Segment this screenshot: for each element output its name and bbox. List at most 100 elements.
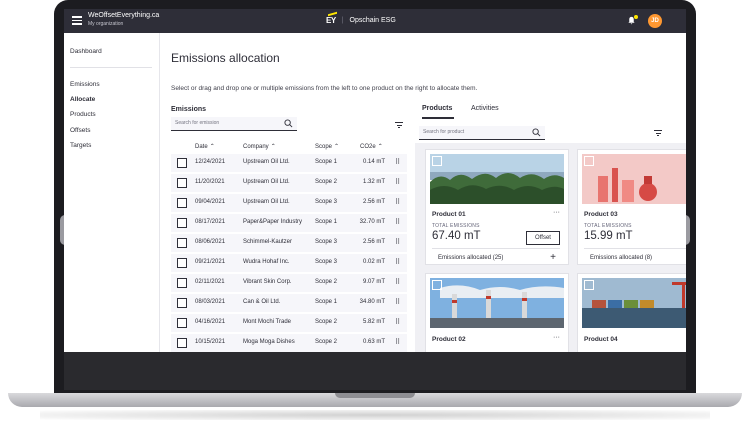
cell-scope: Scope 2 <box>315 279 338 285</box>
column-header-scope-label: Scope <box>315 144 333 150</box>
table-row[interactable]: 12/24/2021 Upstream Oil Ltd. Scope 1 0.1… <box>171 154 407 174</box>
column-header-date-label: Date <box>195 144 208 150</box>
notification-dot <box>634 15 638 19</box>
tab-products[interactable]: Products <box>422 105 452 112</box>
product-card[interactable]: Product 01 ··· TOTAL EMISSIONS 67.40 mT … <box>425 149 569 265</box>
brand: WeOffsetEverything.ca My organization <box>88 12 159 28</box>
sidebar-item-emissions[interactable]: Emissions <box>70 81 100 88</box>
cell-co2e: 9.07 mT <box>362 279 385 285</box>
cell-company: Wudra Hohaf Inc. <box>243 259 290 265</box>
sidebar-item-allocate[interactable]: Allocate <box>70 96 95 103</box>
more-options-icon[interactable]: ··· <box>553 209 560 216</box>
column-header-company-label: Company <box>243 144 269 150</box>
table-row[interactable]: 09/04/2021 Upstream Oil Ltd. Scope 3 2.5… <box>171 194 407 214</box>
emissions-allocated-row[interactable]: Emissions allocated (8) <box>584 248 686 265</box>
product-card[interactable]: Product 03 TOTAL EMISSIONS 15.99 mT Emis… <box>577 149 686 265</box>
cell-date: 08/17/2021 <box>195 219 226 225</box>
product-name: Opschain ESG <box>349 17 396 24</box>
column-header-company[interactable]: Company ⌃ <box>243 143 276 150</box>
cell-scope: Scope 3 <box>315 199 338 205</box>
product-card[interactable]: Product 04 <box>577 273 686 352</box>
cell-date: 02/11/2021 <box>195 279 225 285</box>
drag-handle-icon[interactable]: ⠿ <box>395 238 400 246</box>
search-icon <box>532 128 541 137</box>
table-row[interactable]: 08/03/2021 Can & Oil Ltd. Scope 1 34.80 … <box>171 294 407 314</box>
more-options-icon[interactable]: ··· <box>553 334 560 341</box>
sidebar-item-offsets[interactable]: Offsets <box>70 127 90 134</box>
product-search-input[interactable]: Search for product <box>419 126 545 140</box>
cell-co2e: 1.32 mT <box>362 179 385 185</box>
total-emissions-label: TOTAL EMISSIONS <box>432 223 480 229</box>
product-select-checkbox[interactable] <box>432 280 442 290</box>
table-row[interactable]: 10/15/2021 Moga Moga Dishes Scope 2 0.63… <box>171 334 407 352</box>
product-select-checkbox[interactable] <box>584 280 594 290</box>
drag-handle-icon[interactable]: ⠿ <box>395 338 400 346</box>
app-name: WeOffsetEverything.ca <box>88 12 160 19</box>
product-name: Product 01 <box>432 211 466 218</box>
offset-button[interactable]: Offset <box>526 231 560 245</box>
main-content: Emissions allocation Select or drag and … <box>160 33 686 352</box>
sort-icon: ⌃ <box>334 144 340 150</box>
sidebar-item-targets[interactable]: Targets <box>70 142 91 149</box>
drag-handle-icon[interactable]: ⠿ <box>395 218 400 226</box>
cell-scope: Scope 2 <box>315 339 338 345</box>
cell-co2e: 2.56 mT <box>362 239 385 245</box>
column-header-date[interactable]: Date ⌃ <box>195 143 215 150</box>
sidebar: Dashboard Emissions Allocate Products Of… <box>64 33 160 352</box>
column-header-scope[interactable]: Scope ⌃ <box>315 143 339 150</box>
total-emissions-label: TOTAL EMISSIONS <box>584 223 632 229</box>
drag-handle-icon[interactable]: ⠿ <box>395 178 400 186</box>
column-header-co2e[interactable]: CO2e ⌃ <box>360 143 383 150</box>
product-filter-icon[interactable] <box>654 130 662 136</box>
sidebar-item-products[interactable]: Products <box>70 111 96 118</box>
drag-handle-icon[interactable]: ⠿ <box>395 278 400 286</box>
drag-handle-icon[interactable]: ⠿ <box>395 198 400 206</box>
row-checkbox[interactable] <box>177 158 187 168</box>
row-checkbox[interactable] <box>177 318 187 328</box>
app-screen: WeOffsetEverything.ca My organization EY… <box>64 9 686 352</box>
cell-date: 09/04/2021 <box>195 199 226 205</box>
row-checkbox[interactable] <box>177 338 187 348</box>
row-checkbox[interactable] <box>177 258 187 268</box>
product-select-checkbox[interactable] <box>584 156 594 166</box>
table-row[interactable]: 04/16/2021 Mont Mochi Trade Scope 2 5.82… <box>171 314 407 334</box>
cell-company: Schimmel-Kautzer <box>243 239 293 245</box>
table-row[interactable]: 08/06/2021 Schimmel-Kautzer Scope 3 2.56… <box>171 234 407 254</box>
active-tab-indicator <box>422 117 454 119</box>
emission-search-input[interactable]: Search for emission <box>171 117 297 131</box>
drag-handle-icon[interactable]: ⠿ <box>395 318 400 326</box>
row-checkbox[interactable] <box>177 198 187 208</box>
expand-plus-icon[interactable]: + <box>550 252 556 263</box>
cell-co2e: 0.63 mT <box>362 339 385 345</box>
table-row[interactable]: 08/17/2021 Paper&Paper Industry Scope 1 … <box>171 214 407 234</box>
row-checkbox[interactable] <box>177 298 187 308</box>
cell-scope: Scope 3 <box>315 239 338 245</box>
cell-scope: Scope 1 <box>315 219 338 225</box>
drag-handle-icon[interactable]: ⠿ <box>395 258 400 266</box>
laptop-shadow <box>40 410 710 420</box>
drag-handle-icon[interactable]: ⠿ <box>395 158 400 166</box>
user-avatar[interactable]: JD <box>648 14 662 28</box>
cell-co2e: 34.80 mT <box>359 299 385 305</box>
cell-co2e: 0.02 mT <box>362 259 385 265</box>
product-card[interactable]: Product 02 ··· <box>425 273 569 352</box>
table-row[interactable]: 09/21/2021 Wudra Hohaf Inc. Scope 3 0.02… <box>171 254 407 274</box>
product-name: Product 03 <box>584 211 618 218</box>
column-header-co2e-label: CO2e <box>360 144 376 150</box>
row-checkbox[interactable] <box>177 278 187 288</box>
tab-activities[interactable]: Activities <box>471 105 499 112</box>
hamburger-menu-icon[interactable] <box>72 16 82 25</box>
table-row[interactable]: 02/11/2021 Vibrant Skin Corp. Scope 2 9.… <box>171 274 407 294</box>
cell-scope: Scope 1 <box>315 299 338 305</box>
product-select-checkbox[interactable] <box>432 156 442 166</box>
table-row[interactable]: 11/20/2021 Upstream Oil Ltd. Scope 2 1.3… <box>171 174 407 194</box>
row-checkbox[interactable] <box>177 178 187 188</box>
row-checkbox[interactable] <box>177 218 187 228</box>
emissions-allocated-row[interactable]: Emissions allocated (25) + <box>432 248 560 265</box>
row-checkbox[interactable] <box>177 238 187 248</box>
emission-filter-icon[interactable] <box>395 122 403 128</box>
drag-handle-icon[interactable]: ⠿ <box>395 298 400 306</box>
cell-company: Upstream Oil Ltd. <box>243 159 290 165</box>
laptop-notch <box>335 393 415 398</box>
sidebar-item-dashboard[interactable]: Dashboard <box>70 48 102 55</box>
